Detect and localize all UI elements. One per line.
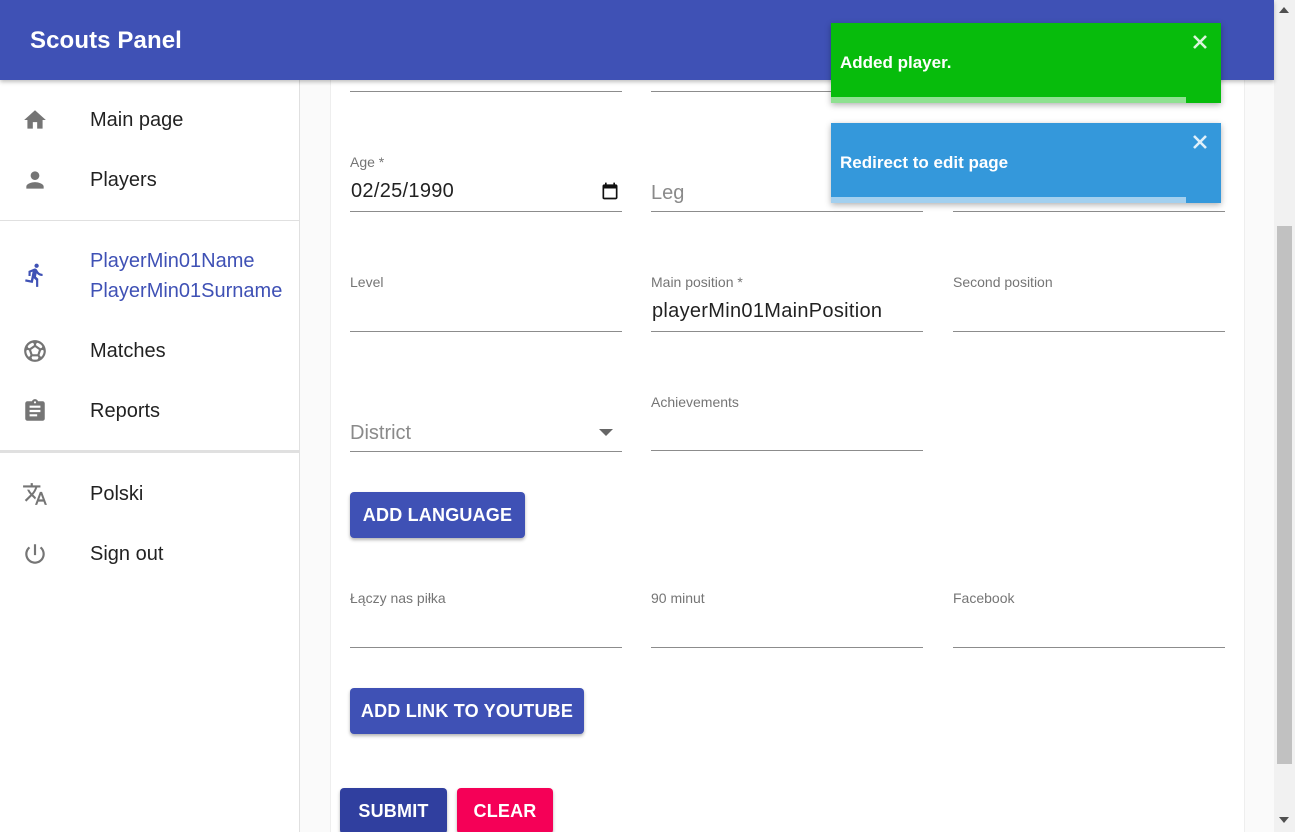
90-minut-label: 90 minut <box>651 590 705 606</box>
second-position-label: Second position <box>953 274 1053 290</box>
sidebar-item-language[interactable]: Polski <box>0 463 299 523</box>
translate-icon <box>22 481 48 507</box>
laczy-nas-pilka-field[interactable]: Łączy nas piłka <box>350 588 622 650</box>
clear-button[interactable]: Clear <box>457 788 553 832</box>
player-name-label: PlayerMin01Name <box>90 250 255 272</box>
power-icon <box>22 541 48 567</box>
level-label: Level <box>350 274 384 290</box>
90-minut-field[interactable]: 90 minut <box>651 588 923 650</box>
person-icon <box>22 167 48 193</box>
toast-message: Redirect to edit page <box>840 153 1009 172</box>
player-surname-label: PlayerMin01Surname <box>90 280 283 302</box>
level-field[interactable]: Level <box>350 272 622 334</box>
sidebar-item-matches[interactable]: Matches <box>0 320 299 380</box>
sidebar: Main page Players PlayerMin01Name Player… <box>0 80 300 832</box>
field-above-1[interactable] <box>350 80 622 92</box>
sidebar-item-label: Reports <box>90 400 161 422</box>
toast-success[interactable]: Added player. <box>831 23 1221 103</box>
district-placeholder: District <box>350 422 412 444</box>
facebook-label: Facebook <box>953 590 1015 606</box>
age-value: 02/25/1990 <box>351 180 455 202</box>
scroll-down-arrow-icon[interactable] <box>1279 817 1289 823</box>
scrollbar-thumb[interactable] <box>1277 226 1292 764</box>
page-scrollbar[interactable] <box>1274 0 1295 832</box>
age-field[interactable]: Age * 02/25/1990 <box>350 152 622 214</box>
app-title: Scouts Panel <box>30 27 182 54</box>
dropdown-arrow-icon <box>599 429 613 436</box>
add-language-button[interactable]: Add language <box>350 492 525 538</box>
toast-info[interactable]: Redirect to edit page <box>831 123 1221 203</box>
running-person-icon <box>22 262 48 288</box>
facebook-field[interactable]: Facebook <box>953 588 1225 650</box>
sidebar-item-label: Matches <box>90 340 166 362</box>
district-select[interactable]: District <box>350 392 622 454</box>
laczy-nas-pilka-label: Łączy nas piłka <box>350 590 446 606</box>
sidebar-item-reports[interactable]: Reports <box>0 380 299 440</box>
sidebar-item-label: Sign out <box>90 543 164 565</box>
toast-progress-bar <box>831 97 1186 103</box>
home-icon <box>22 107 48 133</box>
sidebar-divider <box>0 220 299 221</box>
sidebar-divider <box>0 450 299 453</box>
sidebar-item-current-player[interactable]: PlayerMin01Name PlayerMin01Surname <box>0 230 299 310</box>
main-position-value: playerMin01MainPosition <box>652 300 883 322</box>
toast-progress-bar <box>831 197 1186 203</box>
achievements-label: Achievements <box>651 394 739 410</box>
add-youtube-link-button[interactable]: Add link to Youtube <box>350 688 584 734</box>
sidebar-item-main-page[interactable]: Main page <box>0 80 299 140</box>
main-position-field[interactable]: Main position * playerMin01MainPosition <box>651 272 923 334</box>
scroll-up-arrow-icon[interactable] <box>1279 7 1289 13</box>
sidebar-item-sign-out[interactable]: Sign out <box>0 523 299 583</box>
soccer-ball-icon <box>22 338 48 364</box>
second-position-field[interactable]: Second position <box>953 272 1225 334</box>
sidebar-item-players[interactable]: Players <box>0 140 299 200</box>
sidebar-item-label: Main page <box>90 109 184 131</box>
calendar-icon[interactable] <box>600 181 620 201</box>
sidebar-item-label: Players <box>90 169 157 191</box>
close-icon[interactable] <box>1191 133 1209 151</box>
age-label: Age * <box>350 154 385 170</box>
main-position-label: Main position * <box>651 274 743 290</box>
toast-message: Added player. <box>840 53 952 72</box>
achievements-field[interactable]: Achievements <box>651 392 923 454</box>
leg-placeholder: Leg <box>651 182 685 204</box>
clipboard-icon <box>22 398 48 424</box>
sidebar-item-label: Polski <box>90 483 144 505</box>
submit-button[interactable]: Submit <box>340 788 447 832</box>
close-icon[interactable] <box>1191 33 1209 51</box>
